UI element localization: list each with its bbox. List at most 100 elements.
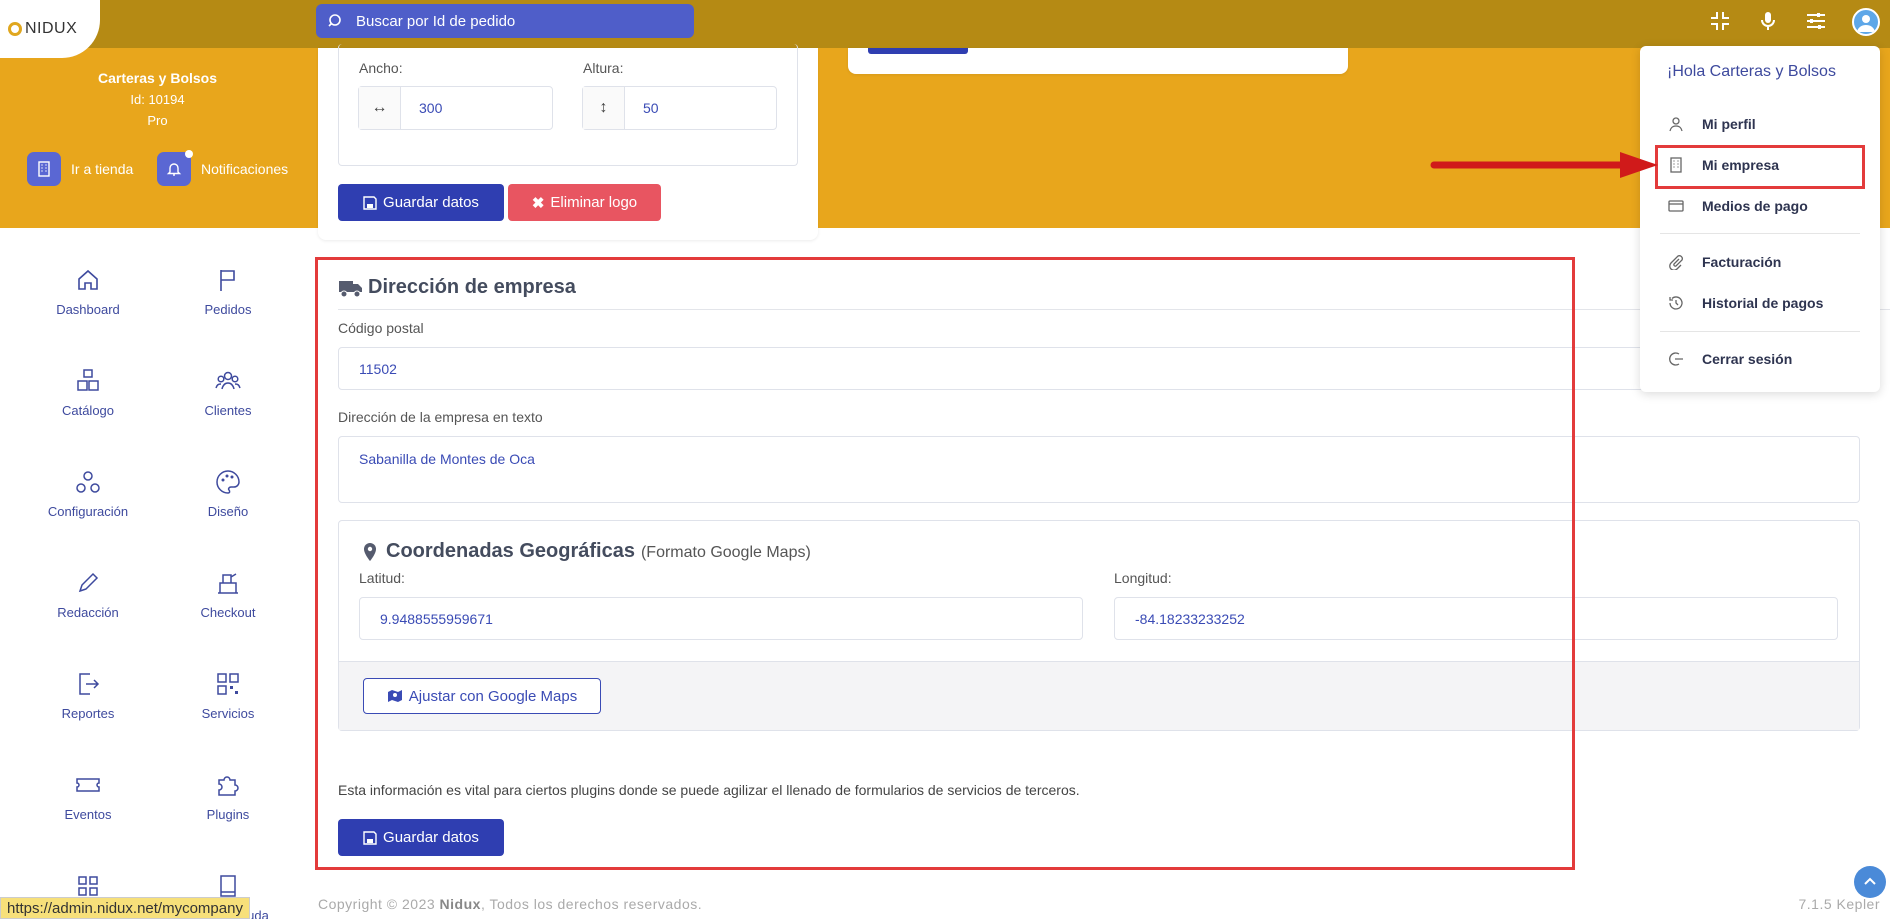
latitude-input[interactable]: 9.9488555959671 bbox=[359, 597, 1083, 640]
sidebar-label: Diseño bbox=[207, 504, 249, 519]
sidebar-label: Reportes bbox=[61, 706, 115, 721]
horizontal-arrows-icon: ↔ bbox=[359, 87, 401, 129]
dropdown-greeting: ¡Hola Carteras y Bolsos bbox=[1667, 63, 1836, 80]
menu-divider bbox=[1660, 331, 1860, 332]
sidebar-label: Clientes bbox=[204, 403, 252, 418]
save-logo-label: Guardar datos bbox=[383, 194, 479, 211]
user-icon bbox=[1669, 117, 1683, 132]
sidebar-label: Eventos bbox=[64, 807, 112, 822]
paperclip-icon bbox=[1669, 255, 1683, 270]
save-address-button[interactable]: Guardar datos bbox=[338, 819, 504, 856]
sidebar-label: Checkout bbox=[200, 605, 256, 620]
sidebar-item-configuracion[interactable]: Configuración bbox=[18, 468, 158, 519]
settings-sliders-icon[interactable] bbox=[1805, 10, 1827, 32]
address-title: Dirección de empresa bbox=[338, 276, 576, 299]
menu-item-historial-de-pagos[interactable]: Historial de pagos bbox=[1668, 295, 1823, 311]
home-icon bbox=[78, 269, 98, 290]
truck-icon bbox=[339, 280, 362, 297]
postal-code-input[interactable]: 11502 bbox=[338, 347, 1860, 390]
highlight-box-mi-empresa bbox=[1655, 145, 1865, 189]
save-logo-button[interactable]: Guardar datos bbox=[338, 184, 504, 221]
history-icon bbox=[1669, 296, 1683, 310]
scroll-to-top-button[interactable] bbox=[1854, 866, 1886, 898]
sidebar-item-checkout[interactable]: Checkout bbox=[158, 569, 298, 620]
user-avatar[interactable] bbox=[1852, 8, 1880, 36]
nidux-logo-mark-icon bbox=[8, 22, 22, 36]
nodes-icon bbox=[76, 471, 100, 493]
bell-icon bbox=[166, 163, 182, 176]
sidebar-item-diseno[interactable]: Diseño bbox=[158, 468, 298, 519]
sidebar-item-pedidos[interactable]: Pedidos bbox=[158, 266, 298, 317]
height-label: Altura: bbox=[583, 60, 624, 76]
flag-icon bbox=[220, 270, 235, 291]
secondary-card-button[interactable] bbox=[868, 48, 968, 54]
address-note: Esta información es vital para ciertos p… bbox=[338, 782, 1080, 798]
width-label: Ancho: bbox=[359, 60, 403, 76]
microphone-icon[interactable] bbox=[1757, 10, 1779, 32]
address-text-label: Dirección de la empresa en texto bbox=[338, 409, 543, 425]
building-icon bbox=[38, 161, 50, 177]
floppy-disk-icon bbox=[363, 830, 377, 845]
adjust-google-maps-button[interactable]: Ajustar con Google Maps bbox=[363, 678, 601, 714]
sidebar-label: Pedidos bbox=[204, 302, 252, 317]
close-icon: ✖ bbox=[531, 194, 545, 212]
height-value: 50 bbox=[643, 100, 659, 116]
notifications-button[interactable]: Notificaciones bbox=[157, 150, 289, 186]
address-text-textarea[interactable]: Sabanilla de Montes de Oca bbox=[338, 436, 1860, 503]
top-bar bbox=[0, 0, 1890, 48]
compress-icon[interactable] bbox=[1709, 10, 1731, 32]
sidebar-item-reportes[interactable]: Reportes bbox=[18, 670, 158, 721]
menu-item-label: Mi perfil bbox=[1702, 116, 1756, 132]
menu-item-cerrar-sesion[interactable]: Cerrar sesión bbox=[1668, 351, 1792, 367]
store-plan: Pro bbox=[147, 113, 168, 128]
sidebar-item-clientes[interactable]: Clientes bbox=[158, 367, 298, 418]
user-avatar-icon bbox=[1857, 15, 1875, 32]
red-arrow-icon bbox=[1430, 152, 1658, 178]
order-search-input[interactable]: Buscar por Id de pedido bbox=[316, 4, 694, 38]
longitude-input[interactable]: -84.18233233252 bbox=[1114, 597, 1838, 640]
boxes-icon bbox=[77, 369, 99, 391]
status-bar-url: https://admin.nidux.net/mycompany bbox=[0, 897, 250, 919]
postal-code-label: Código postal bbox=[338, 320, 424, 336]
grid-icon bbox=[78, 876, 98, 896]
coordinates-title-text: Coordenadas Geográficas bbox=[386, 540, 635, 562]
copyright-prefix: Copyright © 2023 bbox=[318, 896, 440, 912]
chevron-up-icon bbox=[1864, 877, 1876, 885]
credit-card-icon bbox=[1668, 200, 1684, 212]
sidebar-label: Plugins bbox=[206, 807, 250, 822]
menu-item-mi-perfil[interactable]: Mi perfil bbox=[1668, 116, 1756, 132]
vertical-arrows-icon: ↕ bbox=[583, 87, 625, 129]
go-to-store-label: Ir a tienda bbox=[71, 161, 134, 177]
map-pin-icon bbox=[364, 542, 376, 561]
sidebar-label: Configuración bbox=[47, 504, 129, 519]
menu-item-medios-de-pago[interactable]: Medios de pago bbox=[1668, 198, 1808, 214]
address-text-value: Sabanilla de Montes de Oca bbox=[359, 451, 535, 467]
sidebar-item-servicios[interactable]: Servicios bbox=[158, 670, 298, 721]
search-placeholder: Buscar por Id de pedido bbox=[356, 12, 516, 30]
menu-item-facturacion[interactable]: Facturación bbox=[1668, 254, 1781, 270]
palette-icon bbox=[216, 470, 240, 494]
menu-item-label: Cerrar sesión bbox=[1702, 351, 1793, 367]
menu-divider bbox=[1660, 233, 1860, 234]
go-to-store-button[interactable]: Ir a tienda bbox=[27, 152, 133, 186]
store-name: Carteras y Bolsos bbox=[97, 70, 218, 86]
puzzle-icon bbox=[218, 776, 239, 796]
copyright: Copyright © 2023 Nidux, Todos los derech… bbox=[318, 896, 702, 912]
sidebar-item-dashboard[interactable]: Dashboard bbox=[18, 266, 158, 317]
latitude-label: Latitud: bbox=[359, 570, 405, 586]
width-input[interactable]: ↔ 300 bbox=[358, 86, 553, 130]
nidux-logo[interactable]: NIDUX bbox=[0, 0, 100, 58]
pencil-icon bbox=[78, 572, 99, 593]
app-version: 7.1.5 Kepler bbox=[1798, 896, 1880, 912]
notification-dot bbox=[185, 150, 193, 158]
sidebar-item-plugins[interactable]: Plugins bbox=[158, 771, 298, 822]
notifications-label: Notificaciones bbox=[201, 161, 289, 177]
copyright-brand: Nidux bbox=[439, 896, 481, 912]
sidebar-item-catalogo[interactable]: Catálogo bbox=[18, 367, 158, 418]
logo-text: NIDUX bbox=[25, 20, 78, 37]
delete-logo-button[interactable]: ✖ Eliminar logo bbox=[508, 184, 661, 221]
sidebar-item-eventos[interactable]: Eventos bbox=[18, 771, 158, 822]
height-input[interactable]: ↕ 50 bbox=[582, 86, 777, 130]
sidebar-item-redaccion[interactable]: Redacción bbox=[18, 569, 158, 620]
secondary-card bbox=[848, 48, 1348, 74]
